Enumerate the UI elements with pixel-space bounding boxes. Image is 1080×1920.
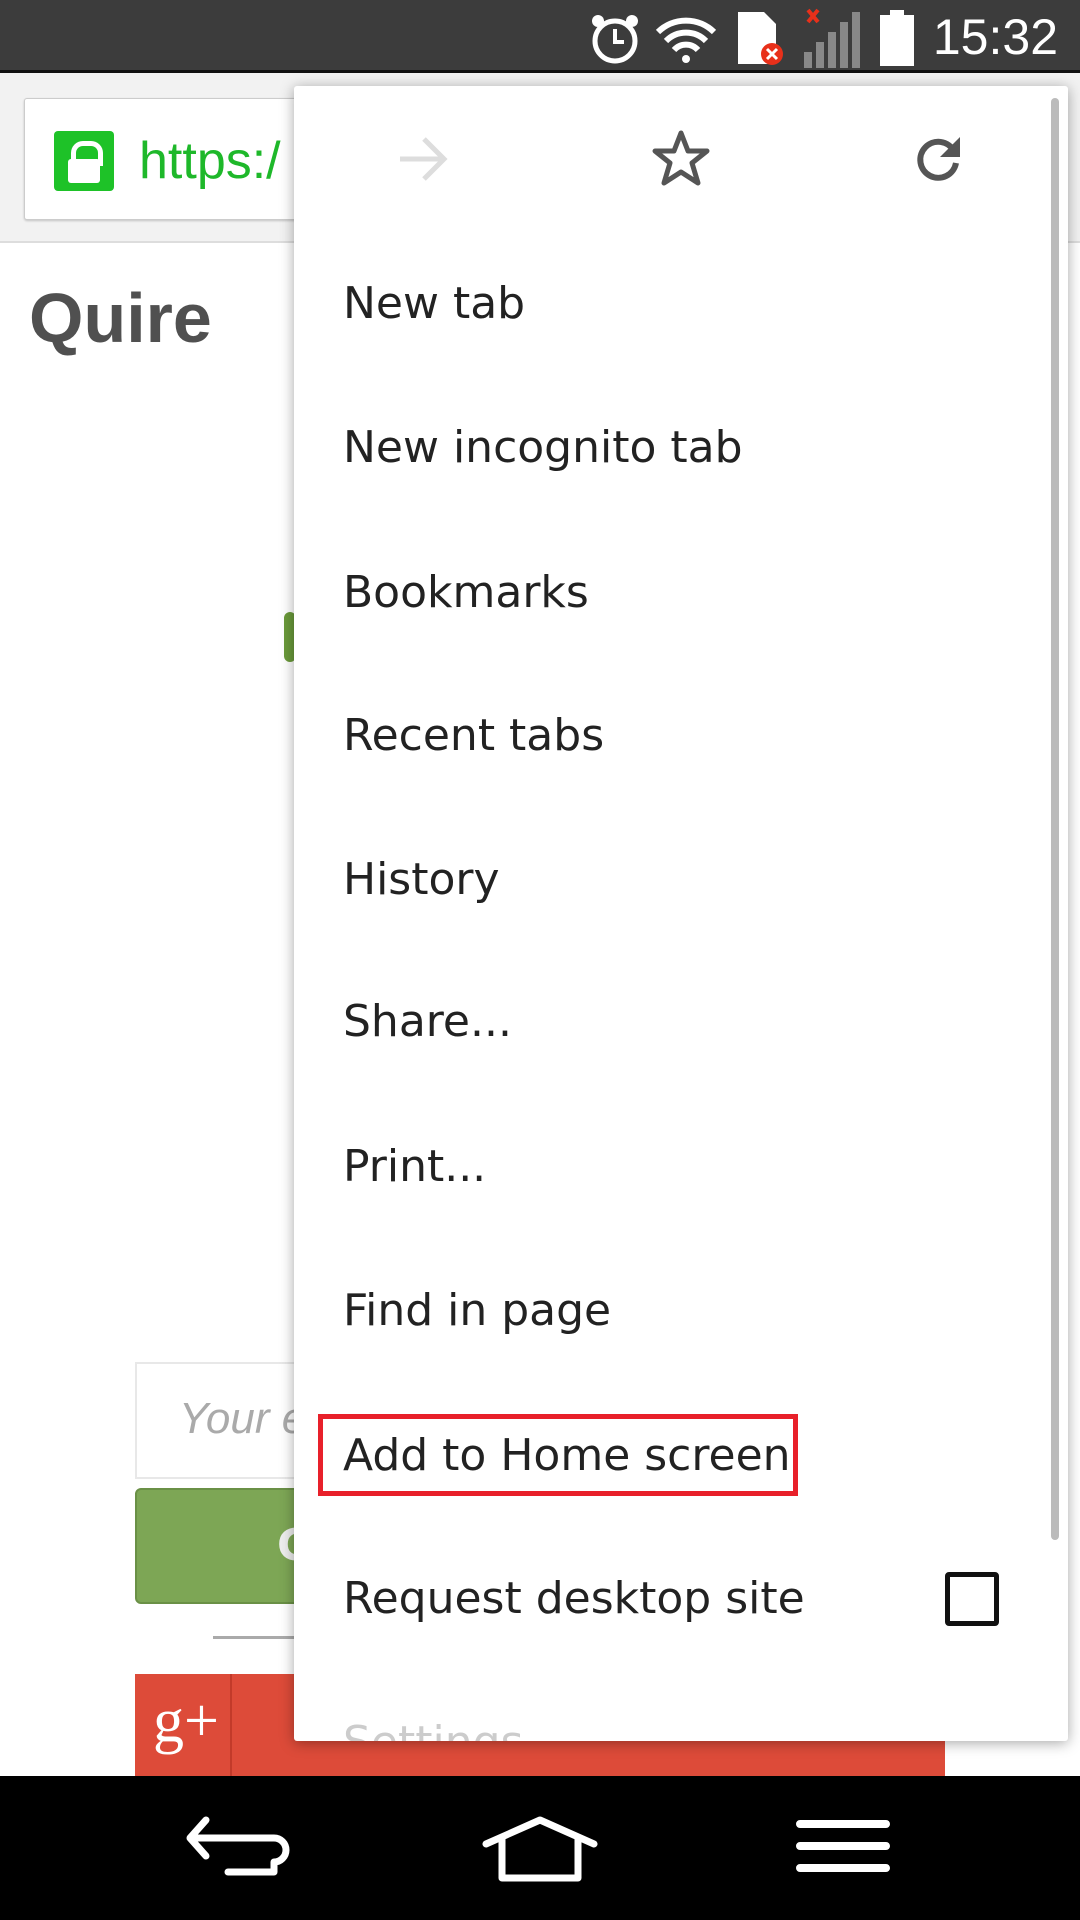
menu-item-share[interactable]: Share...: [343, 992, 512, 1052]
navigation-bar: [0, 1776, 1080, 1920]
menu-item-recent-tabs[interactable]: Recent tabs: [343, 706, 604, 766]
menu-item-print[interactable]: Print...: [343, 1137, 486, 1197]
sim-error-icon: [738, 12, 783, 65]
menu-item-history[interactable]: History: [343, 850, 500, 910]
email-placeholder: Your e: [179, 1394, 307, 1443]
browser-menu: New tab New incognito tab Bookmarks Rece…: [294, 86, 1068, 1741]
menu-scrollbar[interactable]: [1051, 98, 1059, 1540]
signal-icon: [804, 8, 860, 68]
lock-icon: [54, 131, 114, 191]
forward-icon[interactable]: [387, 124, 457, 194]
alarm-icon: [592, 15, 638, 64]
wifi-icon: [655, 17, 717, 63]
reload-icon[interactable]: [903, 124, 973, 194]
menu-item-settings[interactable]: Settings: [343, 1713, 523, 1741]
menu-icon-row: [294, 86, 1068, 236]
status-bar: 15:32: [0, 0, 1080, 73]
clock: 15:32: [932, 9, 1058, 65]
menu-item-new-incognito-tab[interactable]: New incognito tab: [343, 418, 743, 478]
back-button[interactable]: [184, 1816, 294, 1880]
menu-item-new-tab[interactable]: New tab: [343, 274, 525, 334]
menu-item-bookmarks[interactable]: Bookmarks: [343, 563, 589, 623]
menu-button[interactable]: [796, 1816, 890, 1876]
menu-item-find-in-page[interactable]: Find in page: [343, 1281, 611, 1341]
page-title: Quire: [29, 279, 212, 357]
menu-item-request-desktop-site[interactable]: Request desktop site: [343, 1569, 805, 1629]
desktop-site-checkbox[interactable]: [945, 1572, 999, 1626]
url-text[interactable]: https:/: [139, 131, 281, 191]
battery-icon: [880, 10, 914, 66]
menu-item-add-to-home-screen[interactable]: Add to Home screen: [343, 1426, 791, 1486]
home-button[interactable]: [482, 1816, 598, 1882]
google-plus-icon: g+: [135, 1674, 232, 1776]
bookmark-star-icon[interactable]: [646, 124, 716, 194]
